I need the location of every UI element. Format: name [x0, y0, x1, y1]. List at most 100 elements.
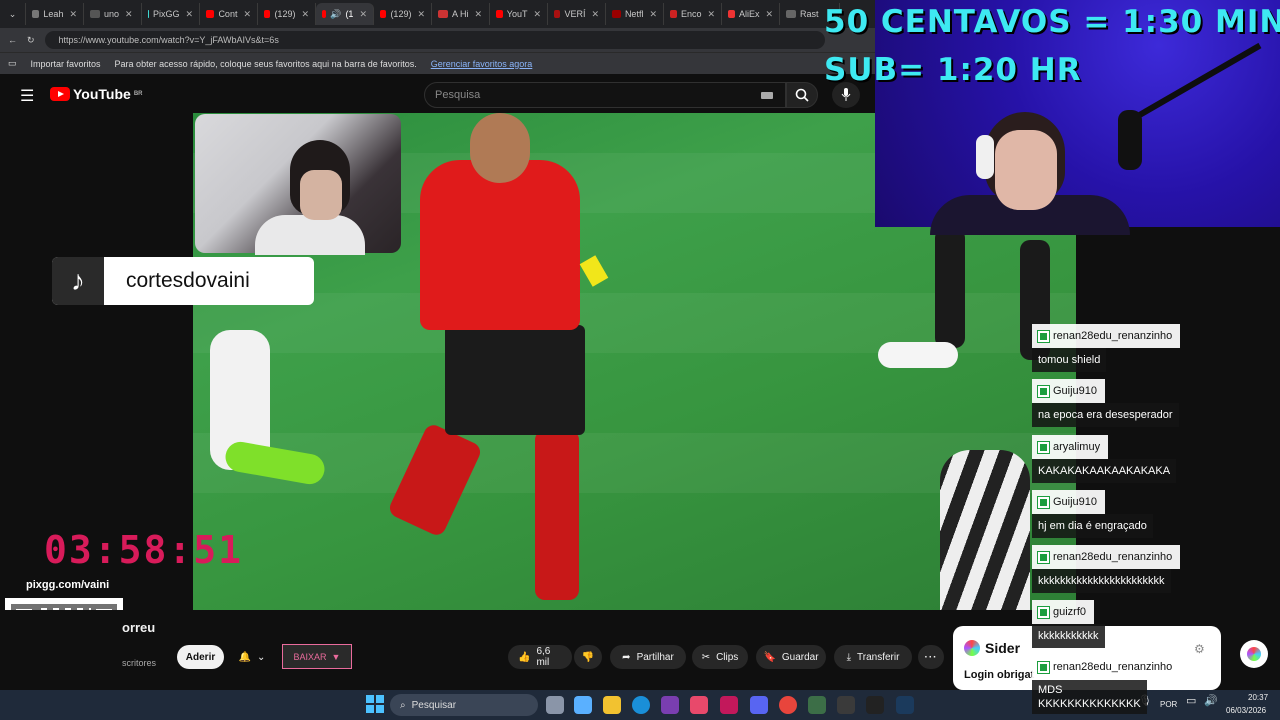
chat-message: hj em dia é engraçado: [1032, 514, 1153, 538]
clock-time[interactable]: 20:37: [1248, 693, 1268, 702]
transfer-button[interactable]: ⤓ Transferir: [834, 645, 912, 669]
browser-tab[interactable]: uno ✕: [84, 3, 142, 25]
clock-date[interactable]: 06/03/2026: [1226, 706, 1266, 715]
tab-label: (1: [345, 9, 354, 19]
chat-username: Guiju910: [1032, 490, 1106, 514]
dislike-button[interactable]: 👎: [574, 645, 602, 669]
bookmarks-hint: Para obter acesso rápido, coloque seus f…: [114, 58, 417, 69]
video-player-figure: [935, 228, 965, 348]
reload-icon[interactable]: ↻: [27, 35, 35, 46]
tab-close-icon[interactable]: ✕: [649, 9, 657, 20]
tab-close-icon[interactable]: ✕: [591, 9, 599, 20]
tab-favicon-icon: [322, 10, 327, 18]
chat-user-text: renan28edu_renanzinho: [1053, 661, 1173, 673]
settings-gear-icon[interactable]: ⚙: [1194, 642, 1205, 656]
browser-tab[interactable]: YouT ✕: [490, 3, 548, 25]
tab-close-icon[interactable]: ✕: [417, 9, 425, 20]
tab-label: Netfl: [624, 9, 644, 19]
logo-text: YouTube: [73, 86, 131, 102]
browser-tab[interactable]: Enco ✕: [664, 3, 722, 25]
browser-tab[interactable]: AliEx ✕: [722, 3, 780, 25]
tab-close-icon[interactable]: ✕: [359, 9, 367, 20]
tab-close-icon[interactable]: ✕: [533, 9, 541, 20]
edge-icon[interactable]: [632, 696, 650, 714]
tab-close-icon[interactable]: ✕: [69, 9, 77, 20]
file-explorer-icon[interactable]: [603, 696, 621, 714]
browser-tab[interactable]: Cont ✕: [200, 3, 258, 25]
chat-message: tomou shield: [1032, 348, 1107, 372]
volume-icon[interactable]: 🔊: [1204, 694, 1218, 707]
browser-tab[interactable]: Netfl ✕: [606, 3, 664, 25]
browser-tab-active[interactable]: 🔊 (1 ✕: [316, 3, 374, 25]
chat-username: renan28edu_renanzinho: [1032, 545, 1181, 569]
browser-tab[interactable]: Leah ✕: [26, 3, 84, 25]
chat-message: kkkkkkkkkkkkkkkkkkkkkkk: [1032, 569, 1171, 593]
tab-list-button[interactable]: ⌄: [0, 3, 26, 25]
app-icon[interactable]: [720, 696, 738, 714]
hamburger-menu-icon[interactable]: ☰: [20, 86, 34, 106]
chrome-icon[interactable]: [779, 696, 797, 714]
chat-message: na epoca era desesperador: [1032, 403, 1179, 427]
youtube-logo[interactable]: YouTube BR: [50, 86, 142, 102]
sider-launcher-button[interactable]: [1240, 640, 1268, 668]
speaker-icon[interactable]: 🔊: [330, 9, 341, 20]
bookmarks-folder-icon[interactable]: ▭: [8, 58, 17, 69]
tab-close-icon[interactable]: ✕: [475, 9, 483, 20]
bookmark-icon: 🔖: [763, 651, 776, 663]
browser-tab[interactable]: VERÍ ✕: [548, 3, 606, 25]
store-icon[interactable]: [661, 696, 679, 714]
tab-favicon-icon: [206, 10, 215, 18]
chat-username: renan28edu_renanzinho: [1032, 324, 1181, 348]
app-icon[interactable]: [808, 696, 826, 714]
tab-label: Enco: [680, 9, 702, 19]
browser-tab[interactable]: A Hi ✕: [432, 3, 490, 25]
tab-label: PixGG: [152, 9, 180, 19]
share-button[interactable]: ➦ Partilhar: [610, 645, 686, 669]
save-label: Guardar: [781, 651, 819, 663]
start-button[interactable]: [366, 695, 384, 713]
tab-close-icon[interactable]: ✕: [243, 9, 251, 20]
chat-username: renan28edu_renanzinho: [1032, 655, 1181, 679]
chat-username: guizrf0: [1032, 600, 1095, 624]
url-field[interactable]: https://www.youtube.com/watch?v=Y_jFAWbA…: [44, 31, 825, 49]
keyboard-icon[interactable]: [761, 92, 773, 99]
back-arrow-icon[interactable]: ←: [8, 35, 17, 45]
chat-badge-icon: [1037, 384, 1050, 398]
tab-close-icon[interactable]: ✕: [707, 9, 715, 20]
steam-icon[interactable]: [896, 696, 914, 714]
save-button[interactable]: 🔖 Guardar: [756, 645, 826, 669]
tab-favicon-icon: [90, 10, 100, 18]
more-actions-button[interactable]: ···: [918, 645, 944, 669]
subscription-rate-text: SUB= 1:20 HR: [824, 52, 1082, 88]
join-button[interactable]: Aderir: [177, 645, 224, 669]
tab-close-icon[interactable]: ✕: [185, 9, 193, 20]
manage-bookmarks-link[interactable]: Gerenciar favoritos agora: [431, 59, 533, 69]
notification-bell-button[interactable]: 🔔 ⌄: [230, 645, 274, 669]
like-button[interactable]: 👍 6,6 mil: [508, 645, 572, 669]
app-icon[interactable]: [690, 696, 708, 714]
referee-figure: [470, 113, 530, 183]
like-count: 6,6 mil: [536, 646, 551, 668]
browser-tab[interactable]: (129) ✕: [374, 3, 432, 25]
chat-badge-icon: [1037, 329, 1050, 343]
microphone-icon: [841, 88, 851, 101]
tab-close-icon[interactable]: ✕: [765, 9, 773, 20]
tab-close-icon[interactable]: ✕: [125, 9, 133, 20]
browser-tab[interactable]: PixGG ✕: [142, 3, 200, 25]
browser-tab[interactable]: (129) ✕: [258, 3, 316, 25]
clips-button[interactable]: ✂ Clips: [692, 645, 748, 669]
search-input[interactable]: Pesquisa: [424, 82, 786, 108]
epic-games-icon[interactable]: [866, 696, 884, 714]
network-icon[interactable]: ▭: [1186, 694, 1196, 707]
discord-icon[interactable]: [750, 696, 768, 714]
taskbar-search[interactable]: ⌕ Pesquisar: [390, 694, 538, 716]
download-icon: ⤓: [846, 651, 851, 663]
copilot-icon[interactable]: [574, 696, 592, 714]
task-view-icon[interactable]: [546, 696, 564, 714]
download-extension-button[interactable]: BAIXAR ▼: [282, 644, 352, 669]
app-icon[interactable]: [837, 696, 855, 714]
tab-close-icon[interactable]: ✕: [301, 9, 309, 20]
import-bookmarks-button[interactable]: Importar favoritos: [31, 59, 101, 69]
search-button[interactable]: [786, 82, 818, 108]
language-indicator[interactable]: POR: [1160, 700, 1177, 709]
